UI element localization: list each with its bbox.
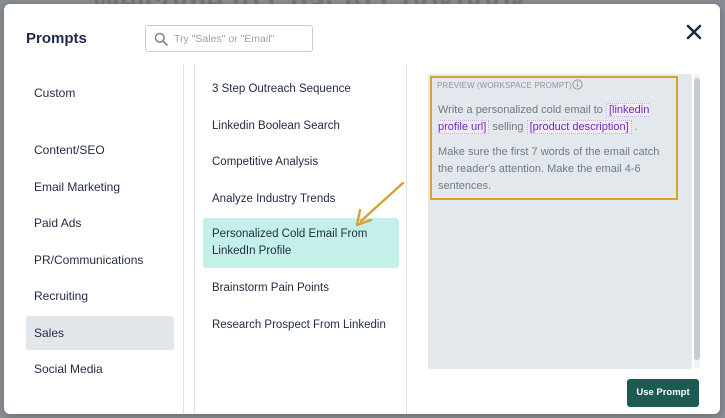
prompt-preview: PREVIEW (WORKSPACE PROMPT) Write a perso…	[428, 74, 692, 369]
prompt-item-competitive-analysis[interactable]: Competitive Analysis	[203, 154, 399, 171]
prompt-item-pain-points[interactable]: Brainstorm Pain Points	[203, 280, 399, 297]
preview-scrollbar[interactable]	[694, 74, 700, 369]
prompt-list: 3 Step Outreach Sequence Linkedin Boolea…	[194, 64, 407, 414]
prompt-item-research-prospect[interactable]: Research Prospect From Linkedin	[203, 317, 399, 334]
search-input[interactable]	[174, 30, 308, 48]
prompt-item-outreach-sequence[interactable]: 3 Step Outreach Sequence	[203, 81, 399, 98]
preview-panel: PREVIEW (WORKSPACE PROMPT) Write a perso…	[418, 64, 720, 414]
category-item-sales[interactable]: Sales	[26, 316, 174, 350]
modal-title: Prompts	[26, 30, 87, 47]
modal-header: Prompts	[4, 4, 720, 64]
category-item-custom[interactable]: Custom	[26, 76, 174, 110]
category-item-email-marketing[interactable]: Email Marketing	[26, 170, 174, 204]
preview-highlight: PREVIEW (WORKSPACE PROMPT) Write a perso…	[430, 76, 678, 200]
search-icon	[154, 32, 168, 46]
preview-paragraph-1: Write a personalized cold email to [link…	[438, 103, 650, 134]
category-item-content-seo[interactable]: Content/SEO	[26, 133, 174, 167]
use-prompt-button[interactable]: Use Prompt	[627, 379, 699, 407]
category-item-recruiting[interactable]: Recruiting	[26, 279, 174, 313]
category-list: Custom Content/SEO Email Marketing Paid …	[4, 64, 184, 414]
prompts-modal: Prompts Custom Content/SEO Email Marketi…	[4, 4, 720, 414]
preview-label: PREVIEW (WORKSPACE PROMPT)	[437, 81, 572, 90]
preview-paragraph-2: Make sure the first 7 words of the email…	[438, 146, 660, 192]
info-icon[interactable]	[572, 79, 583, 90]
scrollbar-thumb[interactable]	[694, 78, 700, 360]
category-item-social-media[interactable]: Social Media	[26, 352, 174, 386]
variable-product-description: [product description]	[526, 120, 632, 134]
prompt-item-cold-email[interactable]: Personalized Cold Email From LinkedIn Pr…	[203, 218, 399, 268]
search-box[interactable]	[145, 25, 313, 52]
prompt-item-industry-trends[interactable]: Analyze Industry Trends	[203, 191, 399, 208]
prompt-item-boolean-search[interactable]: Linkedin Boolean Search	[203, 118, 399, 135]
close-icon[interactable]	[684, 22, 704, 42]
category-item-paid-ads[interactable]: Paid Ads	[26, 206, 174, 240]
category-item-pr-communications[interactable]: PR/Communications	[26, 243, 174, 277]
